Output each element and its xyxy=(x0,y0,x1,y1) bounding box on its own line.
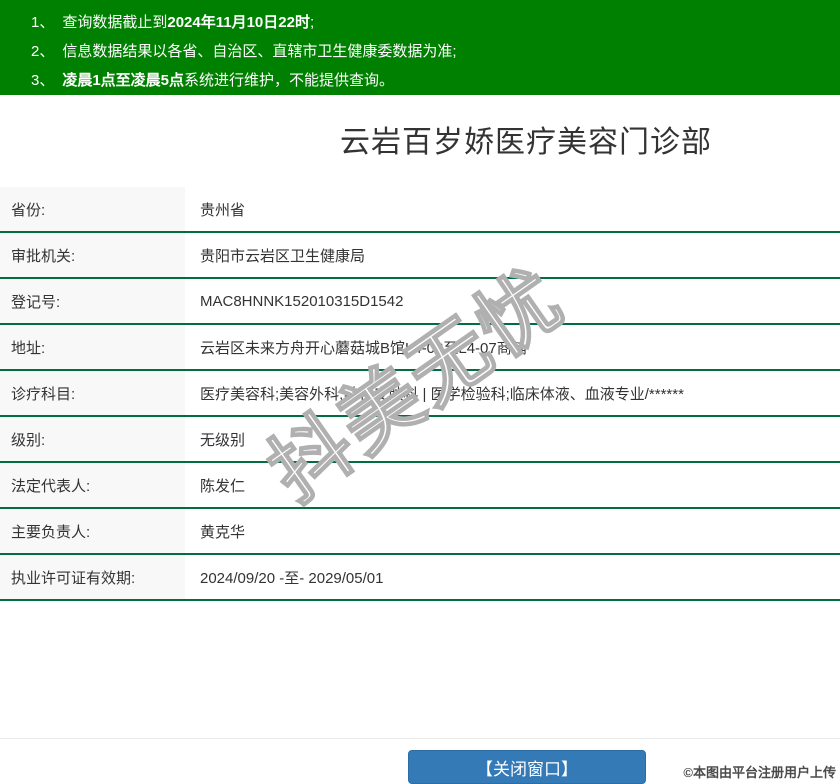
notice-number: 1、 xyxy=(31,14,55,31)
notice-item: 2、 信息数据结果以各省、自治区、直辖市卫生健康委数据为准; xyxy=(31,37,830,66)
notice-text: ; xyxy=(309,14,315,31)
row-value: 医疗美容科;美容外科;美容皮肤科 | 医学检验科;临床体液、血液专业/*****… xyxy=(200,385,684,403)
notice-text-bold: 2024年11月10日22时 xyxy=(167,14,310,31)
detail-table: 省份: 贵州省 审批机关: 贵阳市云岩区卫生健康局 登记号: MAC8HNNK1… xyxy=(0,187,840,601)
notice-number: 3、 xyxy=(31,72,55,89)
row-value: 黄克华 xyxy=(200,523,246,541)
footer-divider xyxy=(0,738,840,739)
table-row: 诊疗科目: 医疗美容科;美容外科;美容皮肤科 | 医学检验科;临床体液、血液专业… xyxy=(0,371,840,417)
notice-text: 查询数据截止到 xyxy=(62,14,168,31)
notice-text: 系统进行维护，不能提供查询。 xyxy=(184,72,395,89)
row-value: 贵州省 xyxy=(200,201,246,219)
row-label: 审批机关: xyxy=(0,233,185,277)
row-value: 云岩区未来方舟开心蘑菇城B馆L4-03至L4-07商铺 xyxy=(200,339,527,357)
notice-text: 信息数据结果以各省、自治区、直辖市卫生健康委数据为准; xyxy=(62,43,457,60)
copyright-watermark: ©本图由平台注册用户上传 xyxy=(683,765,836,780)
table-row: 主要负责人: 黄克华 xyxy=(0,509,840,555)
row-label: 诊疗科目: xyxy=(0,371,185,415)
row-label: 执业许可证有效期: xyxy=(0,555,185,599)
close-window-button[interactable]: 【关闭窗口】 xyxy=(408,750,646,784)
notice-item: 3、 凌晨1点至凌晨5点系统进行维护，不能提供查询。 xyxy=(31,66,830,95)
row-value: 陈发仁 xyxy=(200,477,246,495)
row-value: 贵阳市云岩区卫生健康局 xyxy=(200,247,366,265)
notice-text-bold: 凌晨1点至凌晨5点 xyxy=(62,72,185,89)
notice-number: 2、 xyxy=(31,43,55,60)
row-value: 无级别 xyxy=(200,431,246,449)
row-label: 登记号: xyxy=(0,279,185,323)
notice-banner: 1、 查询数据截止到2024年11月10日22时; 2、 信息数据结果以各省、自治区… xyxy=(0,0,840,95)
row-label: 法定代表人: xyxy=(0,463,185,507)
row-label: 主要负责人: xyxy=(0,509,185,553)
notice-item: 1、 查询数据截止到2024年11月10日22时; xyxy=(31,8,830,37)
table-row: 法定代表人: 陈发仁 xyxy=(0,463,840,509)
table-row: 登记号: MAC8HNNK152010315D1542 xyxy=(0,279,840,325)
row-value: MAC8HNNK152010315D1542 xyxy=(200,292,404,310)
row-label: 省份: xyxy=(0,187,185,231)
page-title: 云岩百岁娇医疗美容门诊部 xyxy=(340,126,712,159)
row-label: 级别: xyxy=(0,417,185,461)
table-row: 省份: 贵州省 xyxy=(0,187,840,233)
table-row: 地址: 云岩区未来方舟开心蘑菇城B馆L4-03至L4-07商铺 xyxy=(0,325,840,371)
row-value: 2024/09/20 -至- 2029/05/01 xyxy=(200,569,384,587)
table-row: 执业许可证有效期: 2024/09/20 -至- 2029/05/01 xyxy=(0,555,840,601)
row-label: 地址: xyxy=(0,325,185,369)
table-row: 审批机关: 贵阳市云岩区卫生健康局 xyxy=(0,233,840,279)
table-row: 级别: 无级别 xyxy=(0,417,840,463)
